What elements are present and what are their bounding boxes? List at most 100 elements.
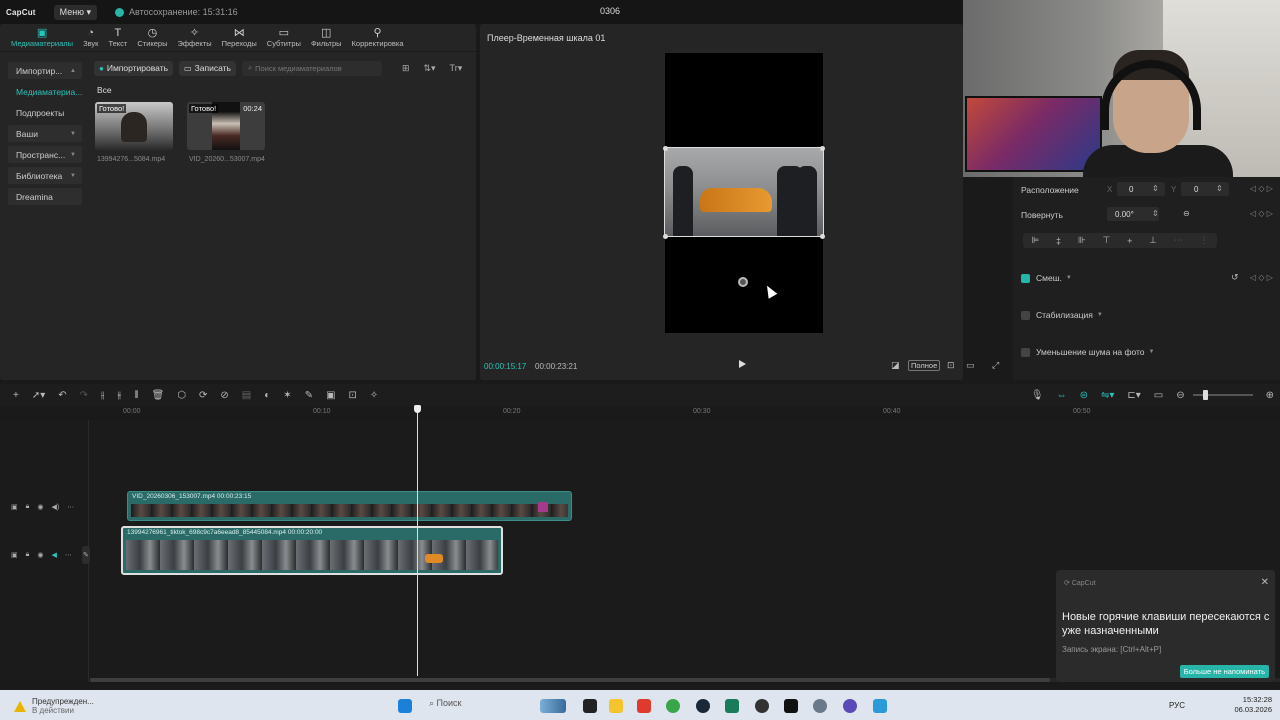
filter-icon[interactable]: Tr▾ xyxy=(450,63,463,74)
telegram-icon[interactable] xyxy=(873,699,887,713)
align-right-icon[interactable]: ⊪ xyxy=(1078,235,1086,246)
tab-effects[interactable]: ✧ Эффекты xyxy=(172,23,216,51)
keyframe-icon[interactable]: ◁ ◇ ▷ xyxy=(1250,184,1273,193)
discord-icon[interactable] xyxy=(843,699,857,713)
stepper-icon[interactable]: ⇕ xyxy=(1152,209,1159,218)
taskbar-clock[interactable]: 15:32:28 06.03.2026 xyxy=(1234,695,1272,715)
audio-icon[interactable]: ◀ xyxy=(51,551,56,559)
start-menu-icon[interactable] xyxy=(398,699,412,713)
resize-handle[interactable] xyxy=(820,146,825,151)
widget-icon[interactable] xyxy=(540,699,566,713)
sidebar-item-dreamina[interactable]: Dreamina xyxy=(8,188,82,205)
lock-icon[interactable]: 🔒︎ xyxy=(26,551,30,559)
keyframe-icon[interactable]: ◁ ◇ ▷ xyxy=(1250,209,1273,218)
sidebar-item-import[interactable]: Импортир... ▲ xyxy=(8,62,82,79)
import-button[interactable]: ● Импортировать xyxy=(94,60,174,76)
sort-icon[interactable]: ⇅▾ xyxy=(423,63,435,74)
obs-icon[interactable] xyxy=(755,699,769,713)
overlay-clip[interactable]: VID_20260306_153007.mp4 00:00:23:15 xyxy=(127,491,572,521)
ratio-icon[interactable]: ◪ xyxy=(891,360,900,371)
mirror-icon[interactable]: ◐ xyxy=(264,390,270,401)
media-filter-all[interactable]: Все xyxy=(97,85,112,95)
playhead[interactable] xyxy=(417,406,418,676)
distribute-v-icon[interactable]: ⋮ xyxy=(1200,235,1209,246)
split-right-icon[interactable]: ⫴ xyxy=(134,390,138,401)
cover-edit-icon[interactable]: ✎ xyxy=(81,546,90,564)
sidebar-item-yours[interactable]: Ваши ▼ xyxy=(8,125,82,142)
dont-remind-button[interactable]: Больше не напоминать xyxy=(1179,665,1269,678)
resize-handle[interactable] xyxy=(820,234,825,239)
resize-handle[interactable] xyxy=(663,234,668,239)
main-clip[interactable]: 13994276961_tiktok_698c9c7a6eead8_854450… xyxy=(121,526,503,575)
marker-icon[interactable]: ⬡ xyxy=(177,390,186,401)
sidebar-item-library[interactable]: Библиотека ▼ xyxy=(8,167,82,184)
taskbar-search[interactable]: ⌕ Поиск xyxy=(429,698,462,709)
more-icon[interactable]: ⋯ xyxy=(65,551,72,559)
magnet-icon[interactable]: ⊜ xyxy=(1080,390,1088,401)
split-left-icon[interactable]: ⫳ xyxy=(117,390,121,401)
mic-icon[interactable]: 🎙 xyxy=(1031,390,1044,401)
resize-handle[interactable] xyxy=(663,146,668,151)
split-icon[interactable]: ⫲ xyxy=(101,390,104,401)
terminal-icon[interactable] xyxy=(583,699,597,713)
keyframe-icon[interactable]: ◁ ◇ ▷ xyxy=(1250,273,1273,282)
blend-checkbox[interactable] xyxy=(1021,273,1030,283)
eye-icon[interactable]: ◉ xyxy=(37,503,43,511)
sidebar-item-spaces[interactable]: Пространс... ▼ xyxy=(8,146,82,163)
app-icon[interactable] xyxy=(725,699,739,713)
denoise-checkbox[interactable] xyxy=(1021,347,1030,357)
align-middle-icon[interactable]: + xyxy=(1127,236,1132,246)
delete-icon[interactable]: 🗑 xyxy=(152,390,165,401)
select-tool-icon[interactable]: ➚▾ xyxy=(32,390,45,401)
media-clip[interactable]: Готово! 00:24 xyxy=(187,102,265,150)
language-indicator[interactable]: РУС xyxy=(1169,701,1185,710)
tab-text[interactable]: T Текст xyxy=(103,23,132,51)
align-bottom-icon[interactable]: ⊥ xyxy=(1149,235,1157,246)
tab-filters[interactable]: ◫ Фильтры xyxy=(306,23,347,51)
screenshot-icon[interactable]: ⊡ xyxy=(947,360,955,371)
file-explorer-icon[interactable] xyxy=(609,699,623,713)
brush-icon[interactable]: ✎ xyxy=(305,390,313,401)
magic-icon[interactable]: ✶ xyxy=(283,390,291,401)
record-button[interactable]: ▭ Записать xyxy=(179,60,236,76)
distribute-h-icon[interactable]: ⋯ xyxy=(1174,235,1183,246)
search-input[interactable]: ⌕ Поиск медиаматериалов xyxy=(241,60,382,76)
snap-icon[interactable]: ⇋▾ xyxy=(1101,390,1114,401)
audio-icon[interactable]: ◀) xyxy=(51,503,59,511)
subtitle-track-icon[interactable]: ▭ xyxy=(1154,390,1163,401)
redo-icon[interactable]: ↷ xyxy=(80,390,88,401)
aspect-ratio-icon[interactable]: ▭ xyxy=(966,360,975,371)
yandex-browser-icon[interactable] xyxy=(637,699,651,713)
crop-icon[interactable]: ⟳ xyxy=(199,390,207,401)
lock-icon[interactable]: 🔒︎ xyxy=(26,503,30,511)
tab-stickers[interactable]: ◷ Стикеры xyxy=(132,23,172,51)
zoom-slider-thumb[interactable] xyxy=(1202,390,1208,400)
stepper-icon[interactable]: ⇕ xyxy=(1152,184,1159,193)
grid-view-icon[interactable]: ⊞ xyxy=(402,63,410,74)
align-top-icon[interactable]: ⊤ xyxy=(1102,235,1110,246)
settings-icon[interactable] xyxy=(813,699,827,713)
capcut-taskbar-icon[interactable] xyxy=(784,699,798,713)
chrome-icon[interactable] xyxy=(666,699,680,713)
stabilize-row[interactable]: Стабилизация ▼ xyxy=(1021,310,1103,320)
more-icon[interactable]: ⋯ xyxy=(67,503,74,511)
align-left-icon[interactable]: ⊫ xyxy=(1031,235,1039,246)
add-track-icon[interactable]: + xyxy=(13,390,19,401)
scrollbar-thumb[interactable] xyxy=(90,678,1050,682)
rotate-handle-icon[interactable] xyxy=(738,277,748,287)
full-quality-button[interactable]: Полное xyxy=(908,360,941,371)
taskbar-warning[interactable]: Предупрежден... В действии xyxy=(14,697,94,715)
reset-icon[interactable]: ↺ xyxy=(1231,272,1239,283)
fullscreen-icon[interactable]: ⤢ xyxy=(992,360,999,371)
blend-row[interactable]: Смеш. ▼ xyxy=(1021,273,1072,283)
playhead-handle[interactable] xyxy=(414,405,421,413)
zoom-in-icon[interactable]: ⊕ xyxy=(1266,390,1274,401)
stepper-icon[interactable]: ⇕ xyxy=(1216,184,1223,193)
zoom-out-icon[interactable]: ⊖ xyxy=(1176,390,1184,401)
link-icon[interactable]: ⇔ xyxy=(1057,390,1067,401)
timeline-ruler[interactable]: 00:00 00:10 00:20 00:30 00:40 00:50 xyxy=(90,406,1280,420)
denoise-row[interactable]: Уменьшение шума на фото ▼ xyxy=(1021,347,1155,357)
effects-tool-icon[interactable]: ✧ xyxy=(370,390,378,401)
tab-media[interactable]: ▣ Медиаматериалы xyxy=(6,23,78,51)
rotate-dial-icon[interactable]: ⊖ xyxy=(1183,209,1190,218)
